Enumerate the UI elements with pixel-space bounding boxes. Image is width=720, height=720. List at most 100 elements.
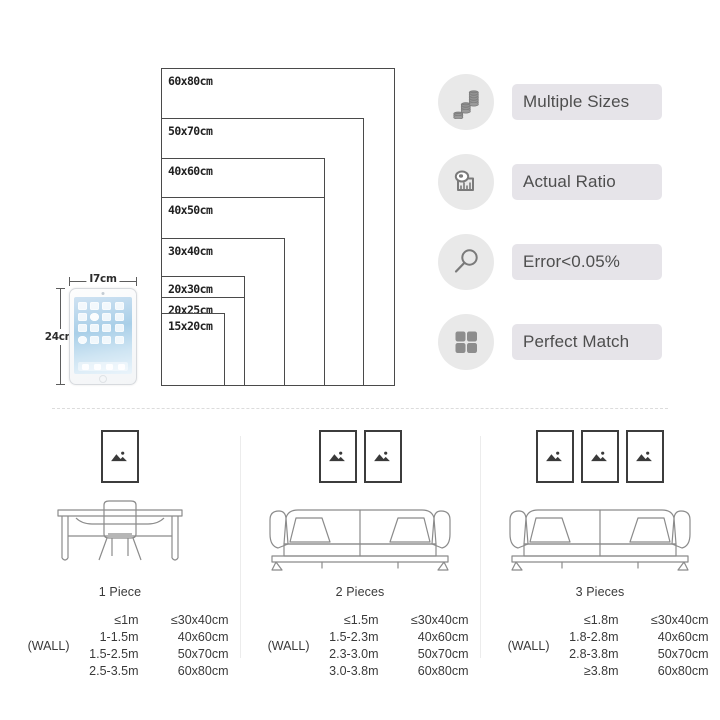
- size-rect-15x20cm[interactable]: 15x20cm: [161, 313, 225, 386]
- size-label: 50x70cm: [168, 124, 213, 138]
- section-divider: [52, 408, 668, 409]
- tablet-size-reference: I7cm 24cm: [44, 268, 155, 393]
- camera-icon: [101, 292, 105, 295]
- viewing-distance-cell: ≤1.5m: [343, 613, 379, 627]
- table-row: 1.5-2.3m 40x60cm: [317, 630, 469, 645]
- recommended-size-cell: 40x60cm: [177, 630, 229, 644]
- arrangement-caption: 1 Piece: [98, 585, 142, 599]
- viewing-distance-cell: 2.3-3.0m: [329, 647, 379, 661]
- viewing-distance-cell: 1.8-2.8m: [569, 630, 619, 644]
- table-row: 2.8-3.8m 50x70cm: [557, 647, 709, 662]
- table-body: ≤1m ≤30x40cm 1-1.5m 40x60cm 1.5-2.5m 50x70cm 2…: [77, 613, 229, 679]
- image-placeholder-icon: [111, 451, 128, 462]
- image-placeholder-icon: [374, 451, 390, 462]
- size-label: 40x60cm: [168, 164, 213, 178]
- feature-item-actual-ratio[interactable]: Actual Ratio: [438, 154, 688, 234]
- app-icon-grid: [78, 302, 128, 344]
- table-row: ≤1.5m ≤30x40cm: [317, 613, 469, 628]
- wall-distance-label: (WALL): [27, 639, 70, 653]
- table-row: 3.0-3.8m 60x80cm: [317, 664, 469, 679]
- feature-list: Multiple Sizes Actual Ratio Error<0.05% Per…: [438, 74, 688, 394]
- top-section: 60x80cm 50x70cm 40x60cm 40x50cm 30x40cm 20x30…: [0, 0, 720, 408]
- table-row: 2.3-3.0m 50x70cm: [317, 647, 469, 662]
- image-placeholder-icon: [546, 451, 563, 462]
- furniture-sofa: [240, 494, 480, 572]
- viewing-distance-cell: 1.5-2.3m: [329, 630, 379, 644]
- arrangement-panel-one-piece: 1 Piece (WALL) ≤1m ≤30x40cm 1-1.5m 40x60cm 1.5…: [0, 418, 240, 720]
- wall-art-frame[interactable]: [626, 430, 664, 483]
- wall-art-frame[interactable]: [318, 430, 357, 483]
- recommended-size-cell: 50x70cm: [417, 647, 469, 661]
- recommended-size-cell: 40x60cm: [657, 630, 709, 644]
- dimension-tick-right: [136, 277, 137, 286]
- dimension-tick-bottom: [56, 384, 65, 385]
- table-row: 1-1.5m 40x60cm: [77, 630, 229, 645]
- recommended-size-cell: 60x80cm: [177, 664, 229, 678]
- viewing-distance-cell: ≥3.8m: [583, 664, 619, 678]
- size-guide-infographic: 60x80cm 50x70cm 40x60cm 40x50cm 30x40cm 20x30…: [0, 0, 720, 720]
- table-row: ≥3.8m 60x80cm: [557, 664, 709, 679]
- tablet-width-label: I7cm: [86, 273, 120, 285]
- room-scene: [0, 418, 240, 583]
- wall-art-frame[interactable]: [536, 430, 574, 483]
- viewing-distance-cell: ≤1.8m: [583, 613, 619, 627]
- recommended-size-cell: 60x80cm: [417, 664, 469, 678]
- wall-art-frame[interactable]: [581, 430, 619, 483]
- arrangement-panel-three-pieces: 3 Pieces (WALL) ≤1.8m ≤30x40cm 1.8-2.8m 40x60…: [480, 418, 720, 720]
- viewing-distance-cell: 2.8-3.8m: [569, 647, 619, 661]
- feature-label-pill: Error<0.05%: [512, 244, 662, 280]
- size-label: 40x50cm: [168, 203, 213, 217]
- arrangement-caption: 3 Pieces: [575, 585, 625, 599]
- image-placeholder: [109, 448, 130, 465]
- dimension-tick-top: [56, 288, 65, 289]
- image-placeholder-icon: [329, 451, 345, 462]
- measuring-tape-icon: [438, 154, 494, 210]
- viewing-distance-cell: 2.5-3.5m: [89, 664, 139, 678]
- feature-label: Multiple Sizes: [523, 92, 630, 111]
- table-row: ≤1m ≤30x40cm: [77, 613, 229, 628]
- arrangement-guide-section: 1 Piece (WALL) ≤1m ≤30x40cm 1-1.5m 40x60cm 1.5…: [0, 418, 720, 720]
- feature-label: Perfect Match: [523, 332, 630, 351]
- feature-label-pill: Perfect Match: [512, 324, 662, 360]
- image-placeholder: [589, 448, 610, 465]
- wall-distance-label: (WALL): [507, 639, 550, 653]
- recommended-size-cell: 50x70cm: [177, 647, 229, 661]
- size-label: 30x40cm: [168, 244, 213, 258]
- grid-four-squares-icon: [438, 314, 494, 370]
- tablet-width-dimension: I7cm: [69, 273, 137, 287]
- recommendation-table: (WALL) ≤1m ≤30x40cm 1-1.5m 40x60cm 1.5-2.5m 50…: [0, 613, 240, 679]
- home-button-icon: [99, 374, 107, 383]
- feature-item-perfect-match[interactable]: Perfect Match: [438, 314, 688, 394]
- dimension-tick-left: [69, 277, 70, 286]
- coins-icon: [438, 74, 494, 130]
- tablet-device: [69, 288, 137, 385]
- feature-item-multiple-sizes[interactable]: Multiple Sizes: [438, 74, 688, 154]
- app-dock: [78, 362, 128, 371]
- wall-art-frame[interactable]: [101, 430, 139, 483]
- image-placeholder: [372, 448, 393, 465]
- arrangement-caption: 2 Pieces: [335, 585, 385, 599]
- viewing-distance-cell: 1-1.5m: [99, 630, 139, 644]
- size-label: 15x20cm: [168, 319, 213, 333]
- feature-item-error-0-05[interactable]: Error<0.05%: [438, 234, 688, 314]
- wall-art-frame[interactable]: [363, 430, 402, 483]
- recommended-size-cell: ≤30x40cm: [170, 613, 229, 627]
- image-placeholder: [327, 448, 348, 465]
- size-comparison-chart: 60x80cm 50x70cm 40x60cm 40x50cm 30x40cm 20x30…: [161, 68, 395, 386]
- recommended-size-cell: ≤30x40cm: [410, 613, 469, 627]
- feature-label-pill: Actual Ratio: [512, 164, 662, 200]
- recommended-size-cell: 50x70cm: [657, 647, 709, 661]
- recommended-size-cell: 40x60cm: [417, 630, 469, 644]
- table-body: ≤1.8m ≤30x40cm 1.8-2.8m 40x60cm 2.8-3.8m 50x7…: [557, 613, 709, 679]
- recommendation-table: (WALL) ≤1.5m ≤30x40cm 1.5-2.3m 40x60cm 2.3-3.…: [240, 613, 480, 679]
- recommendation-table: (WALL) ≤1.8m ≤30x40cm 1.8-2.8m 40x60cm 2.8-3.…: [480, 613, 720, 679]
- room-scene: [240, 418, 480, 583]
- size-label: 60x80cm: [168, 74, 213, 88]
- image-placeholder-icon: [591, 451, 608, 462]
- image-placeholder: [544, 448, 565, 465]
- viewing-distance-cell: 3.0-3.8m: [329, 664, 379, 678]
- table-body: ≤1.5m ≤30x40cm 1.5-2.3m 40x60cm 2.3-3.0m 50x7…: [317, 613, 469, 679]
- image-placeholder: [634, 448, 655, 465]
- furniture-sofa: [480, 494, 720, 572]
- magnifier-icon: [438, 234, 494, 290]
